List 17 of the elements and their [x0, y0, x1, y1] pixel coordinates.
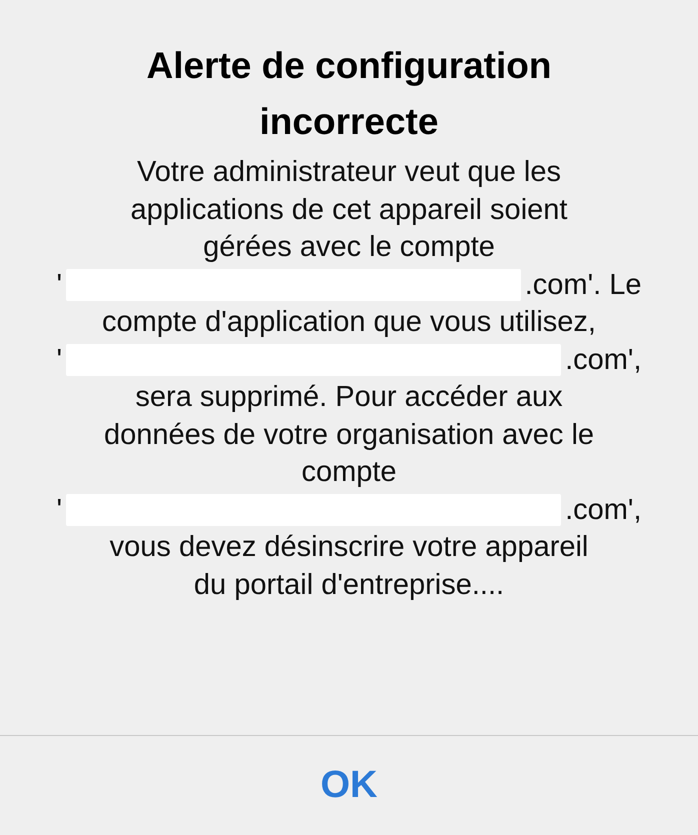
message-text: .com'. Le	[524, 268, 642, 303]
message-text: vous devez désinscrire votre appareil	[110, 530, 588, 566]
message-text: .com',	[565, 342, 642, 378]
message-text: compte d'application que vous utilisez,	[102, 305, 596, 340]
message-text: gérées avec le compte	[203, 230, 495, 266]
message-text: .com',	[565, 492, 642, 528]
message-text: '	[56, 492, 62, 528]
ok-button[interactable]: OK	[0, 736, 698, 835]
message-text: '	[56, 268, 62, 303]
message-text: du portail d'entreprise....	[194, 568, 504, 603]
message-text: sera supprimé. Pour accéder aux	[135, 380, 563, 416]
message-text: '	[56, 342, 62, 378]
message-text: Votre administrateur veut que les	[137, 155, 561, 190]
message-text: applications de cet appareil soient	[130, 192, 568, 228]
message-text: compte	[301, 455, 397, 490]
alert-title: Alerte de configuration incorrecte	[146, 44, 552, 144]
message-text: données de votre organisation avec le	[104, 418, 594, 453]
